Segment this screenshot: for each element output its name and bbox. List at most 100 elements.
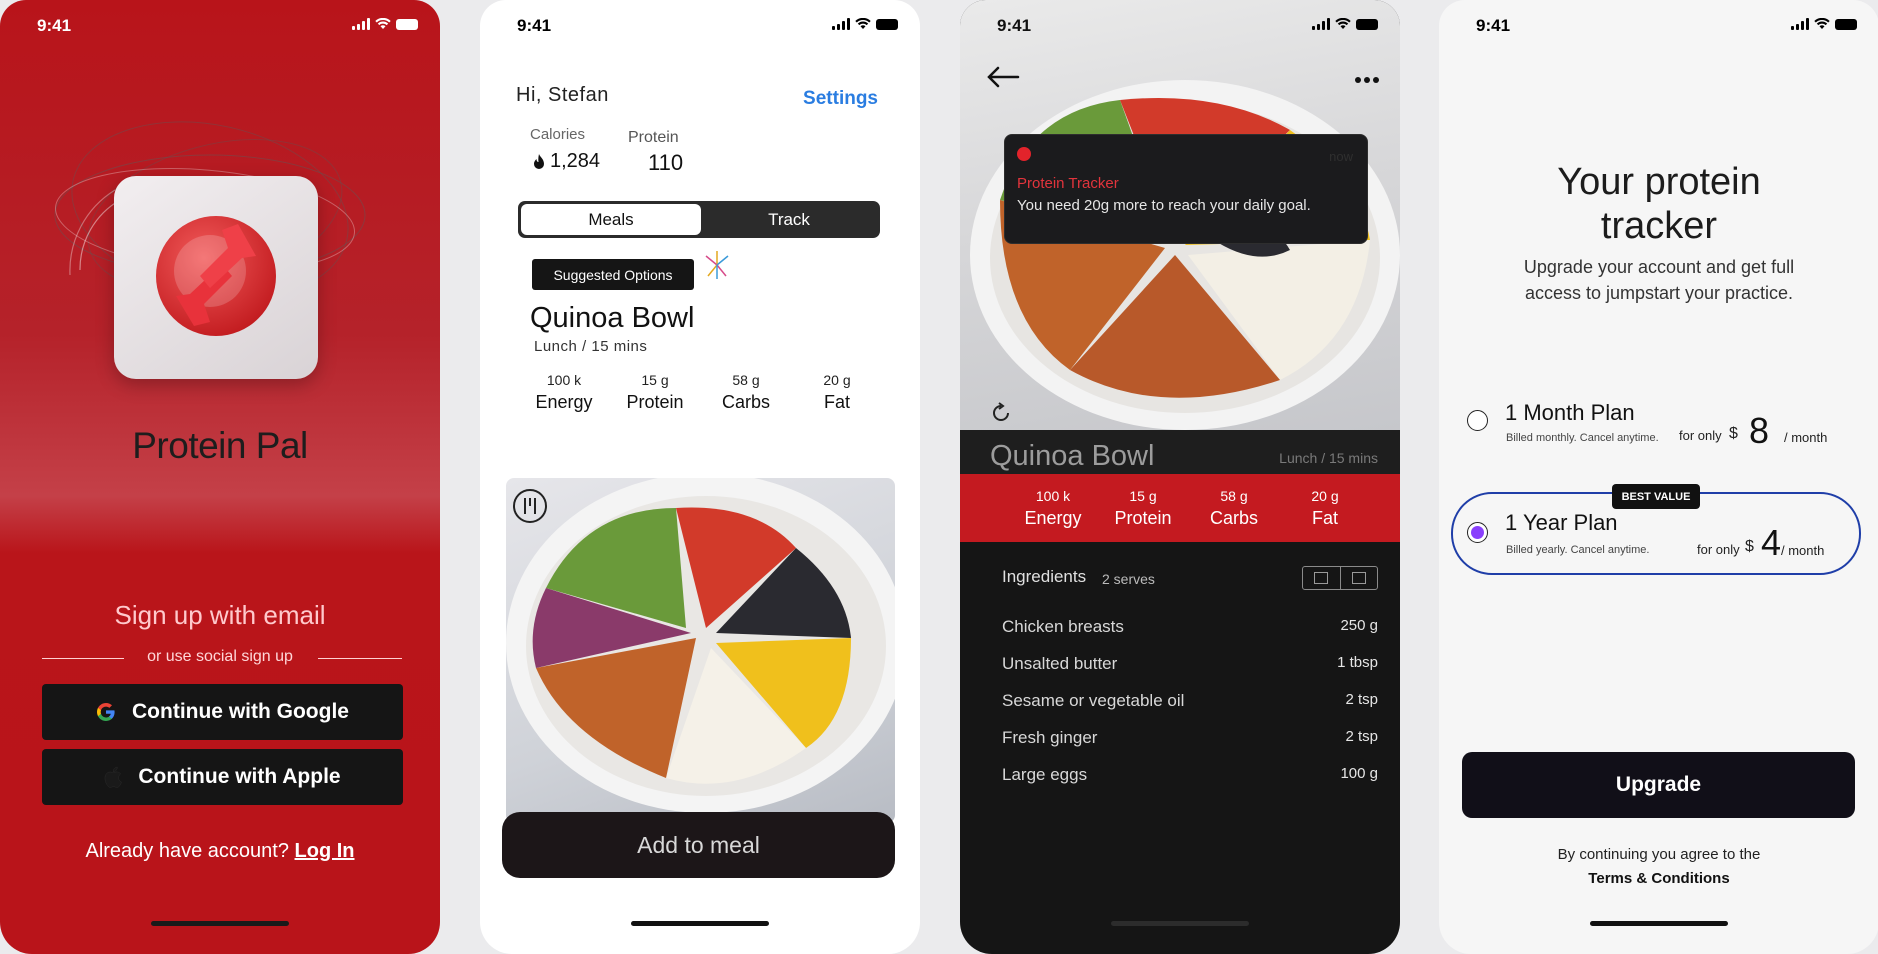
serving-toggle-right[interactable] (1341, 567, 1378, 589)
meal-photo (506, 478, 895, 823)
status-bar: 9:41 (0, 14, 440, 38)
flame-icon (534, 153, 544, 169)
page-subtitle: Upgrade your account and get full access… (1523, 257, 1795, 303)
tab-track[interactable]: Track (701, 204, 877, 235)
plan-month-currency: $ (1729, 425, 1738, 442)
macro-value: 100 k (546, 372, 582, 388)
ingredient-qty: 2 tsp (1345, 728, 1378, 745)
status-icons (1312, 18, 1378, 30)
ingredient-name: Chicken breasts (1002, 617, 1124, 636)
macro-label: Fat (1311, 508, 1338, 528)
ingredient-row: Unsalted butter 1 tbsp (1002, 654, 1378, 674)
plan-month-per: / month (1784, 430, 1828, 445)
status-time: 9:41 (997, 16, 1032, 35)
macro-label: Carbs (721, 392, 770, 412)
serving-toggle-left[interactable] (1303, 567, 1341, 589)
battery-icon (396, 18, 418, 30)
calories-value-row: 1,284 (532, 150, 600, 173)
signal-icon (1312, 18, 1330, 30)
plan-month[interactable]: 1 Month Plan Billed monthly. Cancel anyt… (1463, 396, 1863, 451)
plan-month-price: 8 (1749, 410, 1770, 451)
plan-year-name: 1 Year Plan (1505, 510, 1618, 535)
more-options-icon[interactable] (1354, 76, 1380, 84)
notification-banner[interactable]: now Protein Tracker You need 20g more to… (1004, 134, 1368, 244)
wifi-icon (375, 18, 391, 29)
add-to-meal-button[interactable]: Add to meal (502, 812, 895, 878)
macro-energy: 100 k Energy (524, 372, 604, 413)
ingredient-row: Large eggs 100 g (1002, 765, 1378, 785)
macro-label: Fat (823, 392, 850, 412)
meal-subtitle: Lunch / 15 mins (1279, 450, 1378, 466)
battery-icon (1835, 18, 1857, 30)
refresh-logo-icon (156, 216, 276, 336)
google-button-label: Continue with Google (132, 700, 349, 723)
status-time: 9:41 (517, 16, 552, 35)
macro-fat: 20 g Fat (1280, 488, 1370, 529)
battery-icon (1356, 18, 1378, 30)
ingredient-row: Chicken breasts 250 g (1002, 617, 1378, 637)
status-icons (832, 18, 898, 30)
status-time: 9:41 (37, 16, 72, 35)
plan-year-per: / month (1781, 543, 1825, 558)
signal-icon (352, 18, 370, 30)
continue-apple-button[interactable]: Continue with Apple (42, 749, 403, 805)
plan-year-note: Billed yearly. Cancel anytime. (1506, 544, 1650, 556)
ingredient-name: Unsalted butter (1002, 654, 1118, 673)
best-value-badge: BEST VALUE (1612, 484, 1700, 509)
home-indicator (1590, 921, 1728, 926)
quinoa-bowl-image (506, 478, 895, 813)
back-arrow-icon[interactable] (986, 66, 1020, 88)
google-icon (97, 703, 115, 721)
macro-protein: 15 g Protein (615, 372, 695, 413)
serving-toggle[interactable] (1302, 566, 1378, 590)
rotate-icon[interactable] (990, 402, 1012, 424)
calories-value: 1,284 (550, 150, 601, 172)
ingredient-qty: 250 g (1340, 617, 1378, 634)
plan-month-name: 1 Month Plan (1505, 400, 1635, 425)
macro-carbs: 58 g Carbs (1189, 488, 1279, 529)
meal-title: Quinoa Bowl (530, 302, 695, 334)
status-icons (352, 18, 418, 30)
upgrade-button[interactable]: Upgrade (1462, 752, 1855, 818)
ingredient-row: Fresh ginger 2 tsp (1002, 728, 1378, 748)
ingredient-qty: 1 tbsp (1337, 654, 1378, 671)
notification-app-name: Protein Tracker (1017, 175, 1119, 192)
screen-upgrade: 9:41 Your protein tracker Upgrade your a… (1439, 0, 1878, 954)
status-time: 9:41 (1476, 16, 1511, 35)
agree-text: By continuing you agree to the (1557, 846, 1761, 863)
macro-label: Protein (1114, 508, 1172, 528)
signup-email-link[interactable]: Sign up with email (0, 600, 440, 631)
or-social-label: or use social sign up (147, 648, 293, 665)
serves-label: 2 serves (1102, 571, 1155, 587)
ingredient-name: Sesame or vegetable oil (1002, 691, 1185, 710)
settings-link[interactable]: Settings (803, 88, 878, 110)
plan-year-price: 4 (1761, 522, 1782, 563)
macro-value: 58 g (1220, 488, 1248, 504)
macro-label: Energy (535, 392, 593, 412)
macro-fat: 20 g Fat (797, 372, 877, 413)
signal-icon (832, 18, 850, 30)
plan-year-radio[interactable] (1467, 522, 1488, 543)
wifi-icon (1335, 18, 1351, 29)
apple-button-label: Continue with Apple (138, 765, 341, 788)
home-indicator (631, 921, 769, 926)
protein-value: 110 (648, 150, 684, 175)
status-bar: 9:41 (960, 14, 1400, 38)
macro-label: Carbs (1209, 508, 1258, 528)
login-link[interactable]: Log In (295, 840, 355, 862)
divider-right (318, 658, 402, 659)
sparkle-icon (705, 251, 729, 279)
screen-meal-detail: 9:41 now Protein Tracker You need 20g mo… (960, 0, 1400, 954)
continue-google-button[interactable]: Continue with Google (42, 684, 403, 740)
suggested-options-chip[interactable]: Suggested Options (532, 259, 694, 290)
battery-icon (876, 18, 898, 30)
segmented-control: Meals Track (518, 201, 880, 238)
calories-label: Calories (530, 126, 586, 143)
terms-link[interactable]: Terms & Conditions (1439, 870, 1878, 887)
home-indicator (1111, 921, 1249, 926)
signal-icon (1791, 18, 1809, 30)
tab-meals[interactable]: Meals (521, 204, 701, 235)
plan-year-currency: $ (1745, 538, 1754, 555)
macro-value: 15 g (641, 372, 669, 388)
plan-month-radio[interactable] (1467, 410, 1488, 431)
